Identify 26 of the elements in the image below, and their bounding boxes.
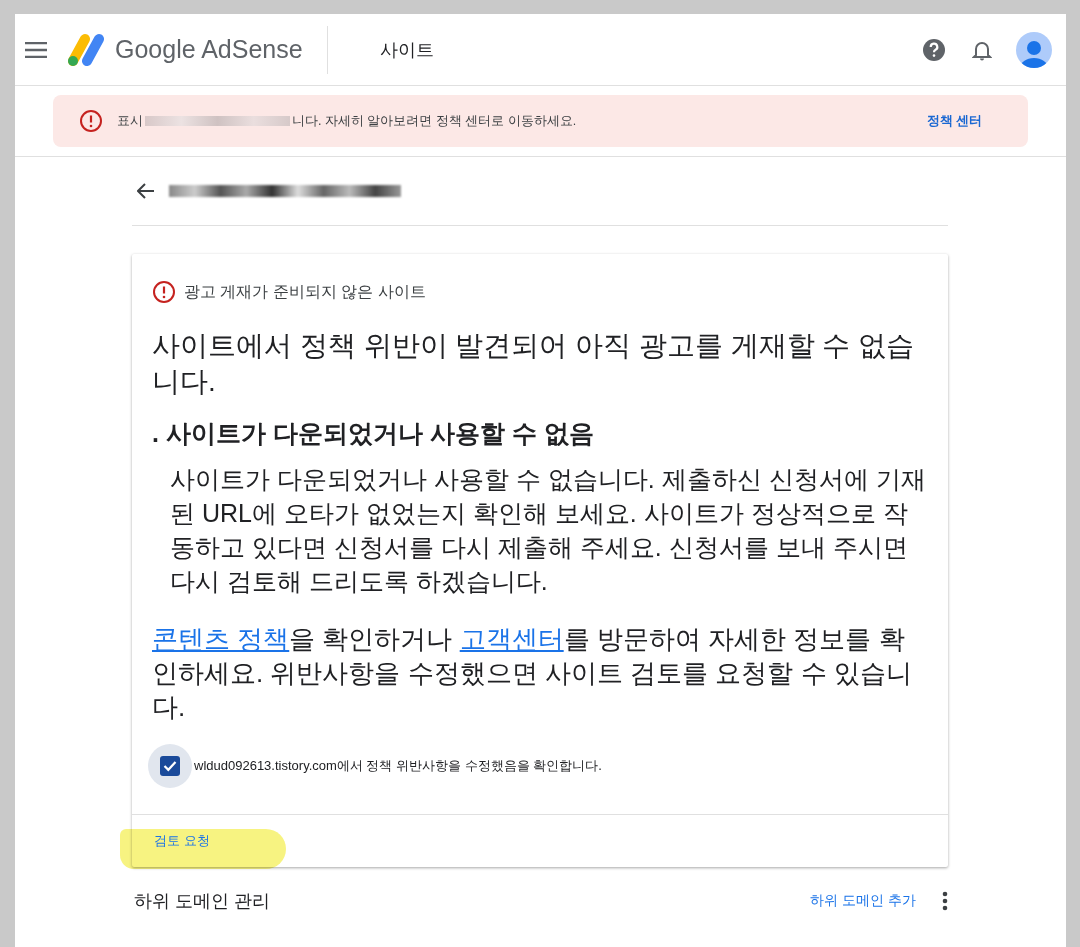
check-icon <box>163 759 177 772</box>
help-icon[interactable] <box>922 37 946 62</box>
add-subdomain-button[interactable]: 하위 도메인 추가 <box>810 891 916 910</box>
banner-text: 표시 <box>117 112 143 130</box>
logo-text: Google AdSense <box>115 35 303 64</box>
error-icon <box>152 280 176 304</box>
policy-center-link[interactable]: 정책 센터 <box>926 112 982 130</box>
issue-heading: . 사이트가 다운되었거나 사용할 수 없음 <box>152 417 595 449</box>
menu-icon[interactable] <box>25 41 47 58</box>
back-arrow-icon[interactable] <box>137 183 155 199</box>
request-review-button[interactable]: 검토 요청 <box>154 831 210 850</box>
confirm-checkbox[interactable] <box>148 743 192 788</box>
more-icon[interactable] <box>942 890 948 911</box>
help-link[interactable]: 고객센터 <box>459 623 564 654</box>
card-title: 사이트에서 정책 위반이 발견되어 아직 광고를 게재할 수 없습니다. <box>152 329 916 400</box>
confirm-label: wldud092613.tistory.com에서 정책 위반사항을 수정했음을 확인합니다. <box>194 756 602 775</box>
error-icon <box>79 109 103 133</box>
avatar-icon[interactable] <box>1016 31 1052 68</box>
section-title: 하위 도메인 관리 <box>134 889 271 913</box>
status-text: 광고 게재가 준비되지 않은 사이트 <box>184 281 426 302</box>
issue-description: 사이트가 다운되었거나 사용할 수 없습니다. 제출하신 신청서에 기재된 URL에 오타가 없었는지 확인해 보세요. 사이트가 정상적으로 작동하고 있다면 신청서를 다시 제출해 주세요. 신청서를 보내 주시면 다시 검토해 드리도록 하겠습니다. <box>169 463 927 597</box>
banner-text: 니다. 자세히 알아보려면 정책 센터로 이동하세요. <box>292 112 577 130</box>
help-text: 콘텐츠 정책을 확인하거나 고객센터 를 방문하여 자세한 정보를 확인하세요. 위반사항을 수정했으면 사이트 검토를 요청할 수 있습니다. <box>152 622 913 724</box>
help-link[interactable]: 콘텐츠 정책 <box>152 623 290 654</box>
page-title: 사이트 <box>379 38 434 62</box>
logo-icon <box>67 32 105 67</box>
